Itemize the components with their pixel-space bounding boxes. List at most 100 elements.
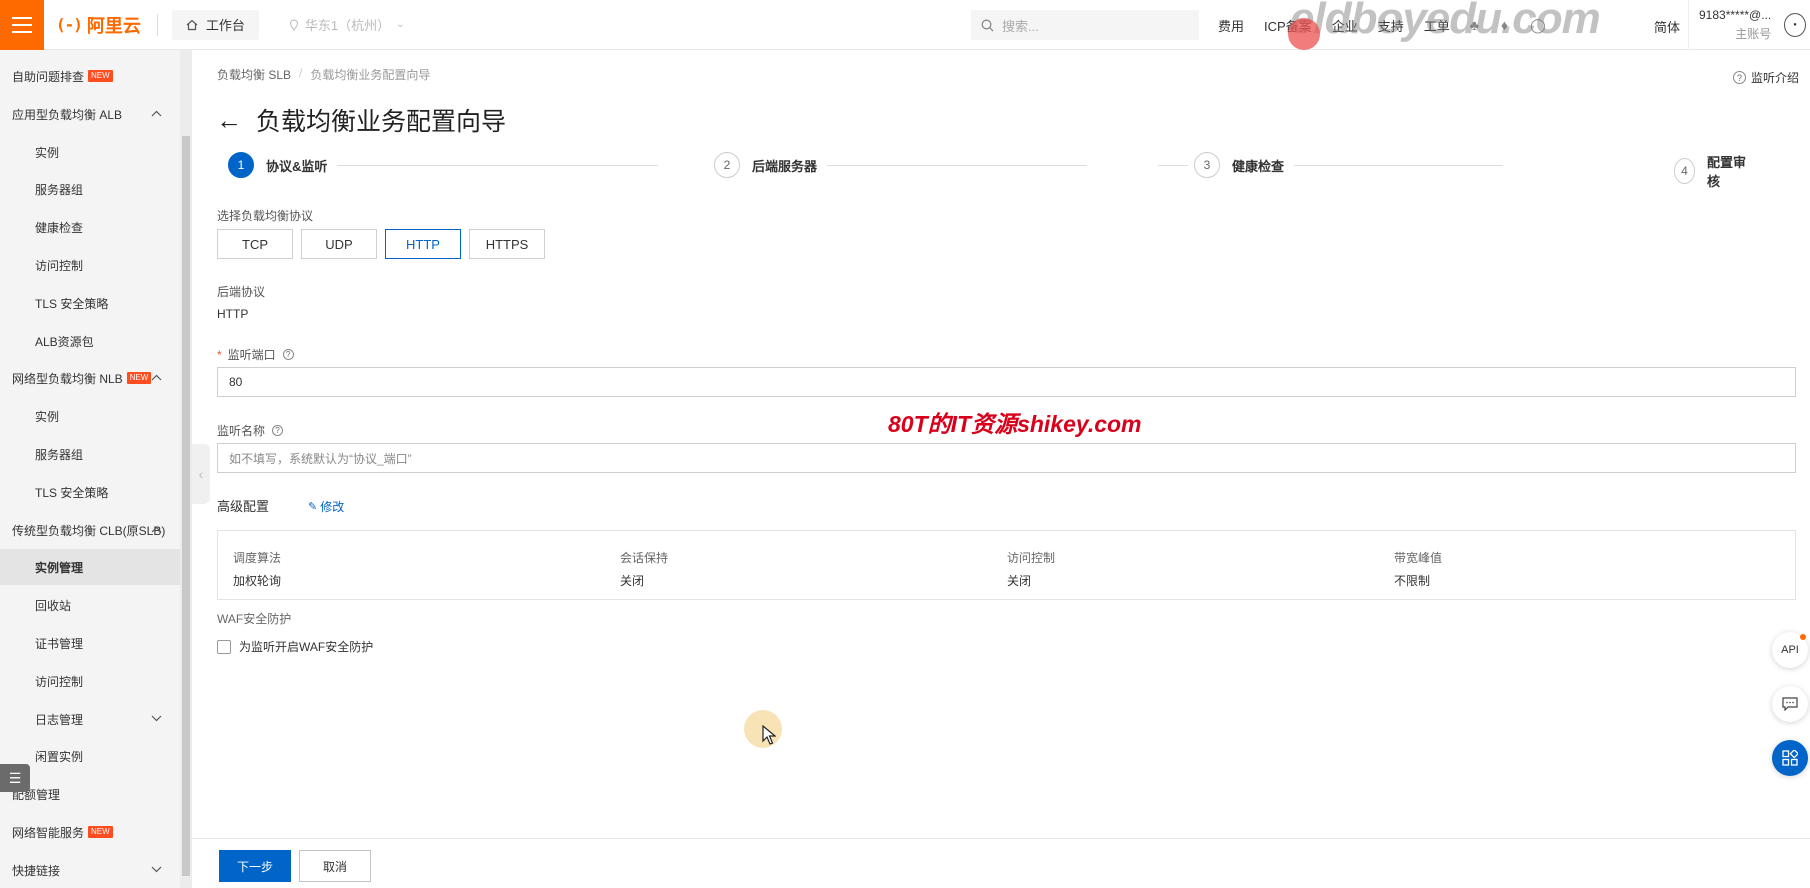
port-input[interactable]: 80 (217, 367, 1796, 397)
step-label: 配置审核 (1706, 155, 1746, 189)
sidebar-item[interactable]: 自助问题排查 NEW (0, 58, 180, 94)
page-title: ← 负载均衡业务配置向导 (216, 102, 506, 138)
step-number: 1 (228, 152, 254, 178)
watermark-banner: 80T的IT资源shikey.com (888, 411, 1142, 437)
step-label: 健康检查 (1232, 158, 1285, 174)
sidebar-item[interactable]: 访问控制 (0, 247, 180, 283)
new-badge: NEW (126, 372, 152, 384)
search-icon (981, 19, 994, 31)
adv-acl: 访问控制 关闭 (1007, 549, 1055, 589)
sidebar-item-label: TLS 安全策略 (35, 296, 109, 311)
account-menu[interactable]: 9183*****@... 主账号 (1688, 0, 1771, 50)
sidebar-item[interactable]: TLS 安全策略 (0, 285, 180, 321)
next-step-button[interactable]: 下一步 (219, 850, 291, 882)
breadcrumb-separator: / (299, 66, 303, 80)
protocol-http-button[interactable]: HTTP (385, 229, 461, 259)
edit-advanced-link[interactable]: ✎ 修改 (308, 498, 344, 515)
adv-value: 加权轮询 (233, 574, 282, 588)
breadcrumb: 负载均衡 SLB / 负载均衡业务配置向导 (217, 66, 430, 83)
sidebar-item[interactable]: 传统型负载均衡 CLB(原SLB) (0, 512, 180, 548)
sidebar-item[interactable]: 网络型负载均衡 NLB NEW (0, 360, 180, 396)
avatar[interactable]: ● (1784, 13, 1806, 37)
sidebar-item[interactable]: 健康检查 (0, 209, 180, 245)
sidebar-item-label: 日志管理 (35, 712, 84, 727)
protocol-tcp-button[interactable]: TCP (217, 229, 293, 259)
right-float-toolbar: API (1772, 632, 1808, 776)
sidebar-item-label: 健康检查 (35, 220, 84, 235)
required-marker: * (217, 347, 222, 362)
cancel-button[interactable]: 取消 (299, 850, 371, 882)
name-label: 监听名称 (217, 424, 266, 438)
adv-value: 关闭 (1007, 574, 1032, 588)
back-arrow-icon[interactable]: ← (216, 107, 242, 133)
sidebar-item[interactable]: 服务器组 (0, 436, 180, 472)
protocol-udp-button[interactable]: UDP (301, 229, 377, 259)
notification-dot (1800, 634, 1806, 640)
port-label: 监听端口 (227, 348, 276, 362)
chevron-left-icon: ‹ (198, 466, 204, 482)
api-button[interactable]: API (1772, 632, 1808, 668)
listener-intro-link[interactable]: ? 监听介绍 (1733, 69, 1799, 86)
sidebar-item[interactable]: 回收站 (0, 587, 180, 623)
waf-checkbox-label: 为监听开启WAF安全防护 (239, 640, 374, 654)
breadcrumb-current: 负载均衡业务配置向导 (310, 68, 431, 82)
home-icon (186, 19, 198, 30)
workbench-button[interactable]: 工作台 (171, 9, 259, 40)
sidebar-item-label: 实例 (35, 409, 60, 424)
menu-icon[interactable] (0, 0, 44, 50)
account-role: 主账号 (1735, 27, 1772, 41)
language-switch[interactable]: 简体 (1654, 17, 1680, 36)
sidebar-item[interactable]: 实例管理 (0, 549, 180, 585)
sidebar-item[interactable]: 实例 (0, 398, 180, 434)
sidebar-item[interactable]: 实例 (0, 134, 180, 170)
step-divider (328, 165, 658, 166)
list-icon[interactable]: ☰ (0, 764, 30, 792)
location-icon (289, 19, 298, 31)
region-label: 华东1（杭州） (304, 18, 391, 33)
sidebar-item[interactable]: TLS 安全策略 (0, 474, 180, 510)
step-1: 1 协议&监听 (228, 152, 338, 178)
sidebar-item[interactable]: ALB资源包 (0, 323, 180, 359)
sidebar-item-label: 闲置实例 (35, 749, 84, 764)
search-input[interactable]: 搜索... (971, 10, 1199, 40)
chat-icon[interactable] (1772, 686, 1808, 722)
chevron-up-icon (151, 524, 162, 536)
waf-checkbox[interactable] (217, 639, 231, 654)
port-help-icon[interactable]: ? (282, 349, 294, 360)
sidebar-item[interactable]: 应用型负载均衡 ALB (0, 96, 180, 132)
name-help-icon[interactable]: ? (272, 425, 284, 436)
step-number: 3 (1194, 152, 1220, 178)
adv-session: 会话保持 关闭 (620, 549, 668, 589)
sidebar-item[interactable]: 访问控制 (0, 663, 180, 699)
sidebar-item-label: 实例管理 (35, 560, 84, 575)
breadcrumb-root[interactable]: 负载均衡 SLB (217, 66, 291, 83)
protocol-label: 选择负载均衡协议 (217, 209, 314, 223)
sidebar-scrollbar-thumb[interactable] (182, 136, 190, 876)
adv-bandwidth: 带宽峰值 不限制 (1394, 549, 1442, 589)
sidebar-item[interactable]: 网络智能服务 NEW (0, 814, 180, 850)
sidebar-item[interactable]: 证书管理 (0, 625, 180, 661)
adv-value: 关闭 (620, 574, 645, 588)
sidebar-item-label: ALB资源包 (35, 334, 94, 349)
sidebar-collapse-toggle[interactable]: ‹ (192, 444, 210, 504)
waf-checkbox-row[interactable]: 为监听开启WAF安全防护 (217, 638, 373, 655)
sidebar-item[interactable]: 快捷链接 (0, 852, 180, 888)
protocol-https-button[interactable]: HTTPS (469, 229, 545, 259)
listener-name-input[interactable]: 如不填写，系统默认为“协议_端口” (217, 443, 1796, 473)
logo[interactable]: (-) 阿里云 (56, 12, 141, 38)
edit-advanced-label: 修改 (320, 500, 345, 514)
listener-intro-label: 监听介绍 (1751, 71, 1800, 85)
sidebar-item[interactable]: 日志管理 (0, 701, 180, 737)
logo-mark: (-) (56, 15, 83, 34)
step-3: 3 健康检查 (1188, 152, 1295, 178)
chevron-down-icon (151, 864, 162, 876)
apps-icon[interactable] (1772, 740, 1808, 776)
new-badge: NEW (88, 70, 113, 82)
step-number: 2 (714, 152, 740, 178)
region-selector[interactable]: 华东1（杭州） ⌄ (289, 15, 405, 34)
divider (156, 13, 158, 36)
sidebar-item-label: 传统型负载均衡 CLB(原SLB) (12, 523, 166, 538)
link-billing[interactable]: 费用 (1218, 16, 1244, 35)
question-icon: ? (1733, 71, 1746, 84)
sidebar-item[interactable]: 服务器组 (0, 171, 180, 207)
